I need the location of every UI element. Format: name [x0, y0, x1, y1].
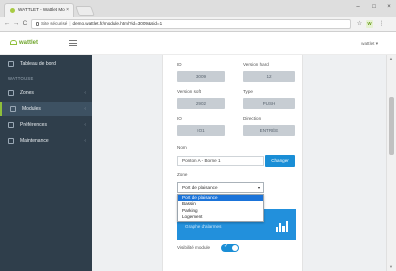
- scroll-down-icon[interactable]: ▼: [389, 264, 393, 269]
- sidebar-item-zones[interactable]: Zones ‹: [0, 86, 92, 100]
- sidebar-item-dashboard[interactable]: Tableau de bord: [0, 57, 92, 71]
- change-name-button[interactable]: Changer: [265, 155, 295, 167]
- browser-menu-icon[interactable]: ⋮: [378, 20, 385, 28]
- zone-option[interactable]: Logement: [178, 214, 263, 220]
- io-label: IO: [177, 116, 182, 121]
- chevron-left-icon: ‹: [84, 90, 86, 96]
- sidebar-item-maintenance[interactable]: Maintenance ‹: [0, 134, 92, 148]
- hamburger-menu-icon[interactable]: [69, 40, 77, 47]
- name-input[interactable]: Ponton A - Borne 1: [177, 156, 264, 166]
- browser-tab[interactable]: WATTLET - Wattlet Mo ×: [4, 3, 74, 17]
- user-menu[interactable]: wattlet ▾: [361, 41, 378, 47]
- sidebar-item-modules[interactable]: Modules ‹: [0, 102, 92, 116]
- alarm-graph-panel[interactable]: Graphe d'alarmes: [177, 219, 264, 240]
- browser-toolbar: ← → C Site sécurisé | demo.wattlet.fr/modu…: [0, 17, 396, 32]
- address-bar[interactable]: Site sécurisé | demo.wattlet.fr/module.htm…: [31, 19, 351, 29]
- scroll-up-icon[interactable]: ▲: [389, 56, 393, 61]
- sidebar-item-label: Maintenance: [20, 138, 49, 144]
- forward-arrow-icon[interactable]: →: [12, 20, 20, 28]
- url-separator: |: [69, 21, 71, 26]
- check-icon: ✓: [224, 243, 229, 249]
- chevron-left-icon: ‹: [84, 138, 86, 144]
- app-logo[interactable]: wattlet: [10, 40, 38, 46]
- extension-icon[interactable]: W: [366, 20, 373, 28]
- browser-tab-bar: WATTLET - Wattlet Mo × – □ ×: [0, 0, 396, 17]
- id-field: 3009: [177, 71, 225, 82]
- chevron-left-icon: ‹: [84, 106, 86, 112]
- close-tab-icon[interactable]: ×: [66, 7, 69, 13]
- maximize-window-icon[interactable]: □: [368, 2, 380, 12]
- app-header: wattlet wattlet ▾: [0, 32, 396, 55]
- alarm-graph-text: Graphe d'alarmes: [185, 224, 222, 229]
- visibility-toggle[interactable]: ✓: [221, 243, 239, 252]
- modules-icon: [10, 106, 16, 112]
- zone-label: Zone: [177, 172, 188, 177]
- dashboard-icon: [8, 61, 14, 67]
- star-icon[interactable]: ☆: [356, 20, 363, 28]
- software-version-field: 2902: [177, 98, 225, 109]
- chevron-left-icon: ‹: [84, 122, 86, 128]
- sidebar-section-title: WATTOUSE: [8, 76, 34, 81]
- minimize-window-icon[interactable]: –: [352, 2, 364, 12]
- wattlet-favicon-icon: [10, 8, 15, 13]
- sidebar-item-label: Zones: [20, 90, 34, 96]
- type-field: PUSH: [243, 98, 295, 109]
- lock-icon: [36, 21, 39, 26]
- page-scrollbar[interactable]: ▲ ▼: [386, 55, 396, 271]
- direction-label: Direction: [243, 116, 262, 121]
- logo-mark-icon: [10, 40, 17, 45]
- logo-text: wattlet: [19, 40, 39, 47]
- toggle-knob: [232, 245, 238, 251]
- hardware-version-field: 12: [243, 71, 295, 82]
- secure-site-label: Site sécurisé: [41, 21, 68, 26]
- zones-icon: [8, 90, 14, 96]
- io-field: IO1: [177, 125, 225, 136]
- direction-field: ENTRÉE: [243, 125, 295, 136]
- hardware-version-label: Version hard: [243, 62, 269, 67]
- software-version-label: Version soft: [177, 89, 202, 94]
- tab-title: WATTLET - Wattlet Mo: [18, 7, 65, 12]
- name-label: Nom: [177, 145, 187, 150]
- sidebar: Tableau de bord WATTOUSE Zones ‹ Modules…: [0, 55, 92, 271]
- type-label: Type: [243, 89, 253, 94]
- reload-icon[interactable]: C: [21, 20, 29, 28]
- preferences-icon: [8, 122, 14, 128]
- sidebar-item-label: Tableau de bord: [20, 61, 56, 67]
- zone-dropdown-list: Port de plaisance Bassin Parking Logemen…: [177, 194, 264, 222]
- sidebar-item-label: Préférences: [20, 122, 47, 128]
- dropdown-arrow-icon: ▾: [257, 185, 260, 190]
- visibility-label: Visibilité module: [177, 245, 211, 250]
- back-arrow-icon[interactable]: ←: [3, 20, 11, 28]
- bar-chart-icon: [276, 220, 288, 232]
- url-text: demo.wattlet.fr/module.html?id=3009&sid=…: [72, 21, 163, 26]
- new-tab-button[interactable]: [75, 6, 95, 16]
- sidebar-item-preferences[interactable]: Préférences ‹: [0, 118, 92, 132]
- close-window-icon[interactable]: ×: [383, 2, 395, 12]
- zone-select[interactable]: Port de plaisance ▾: [177, 182, 264, 193]
- scrollbar-thumb[interactable]: [389, 97, 394, 155]
- zone-selected-value: Port de plaisance: [182, 185, 218, 190]
- sidebar-item-label: Modules: [22, 106, 41, 112]
- maintenance-icon: [8, 138, 14, 144]
- id-label: ID: [177, 62, 182, 67]
